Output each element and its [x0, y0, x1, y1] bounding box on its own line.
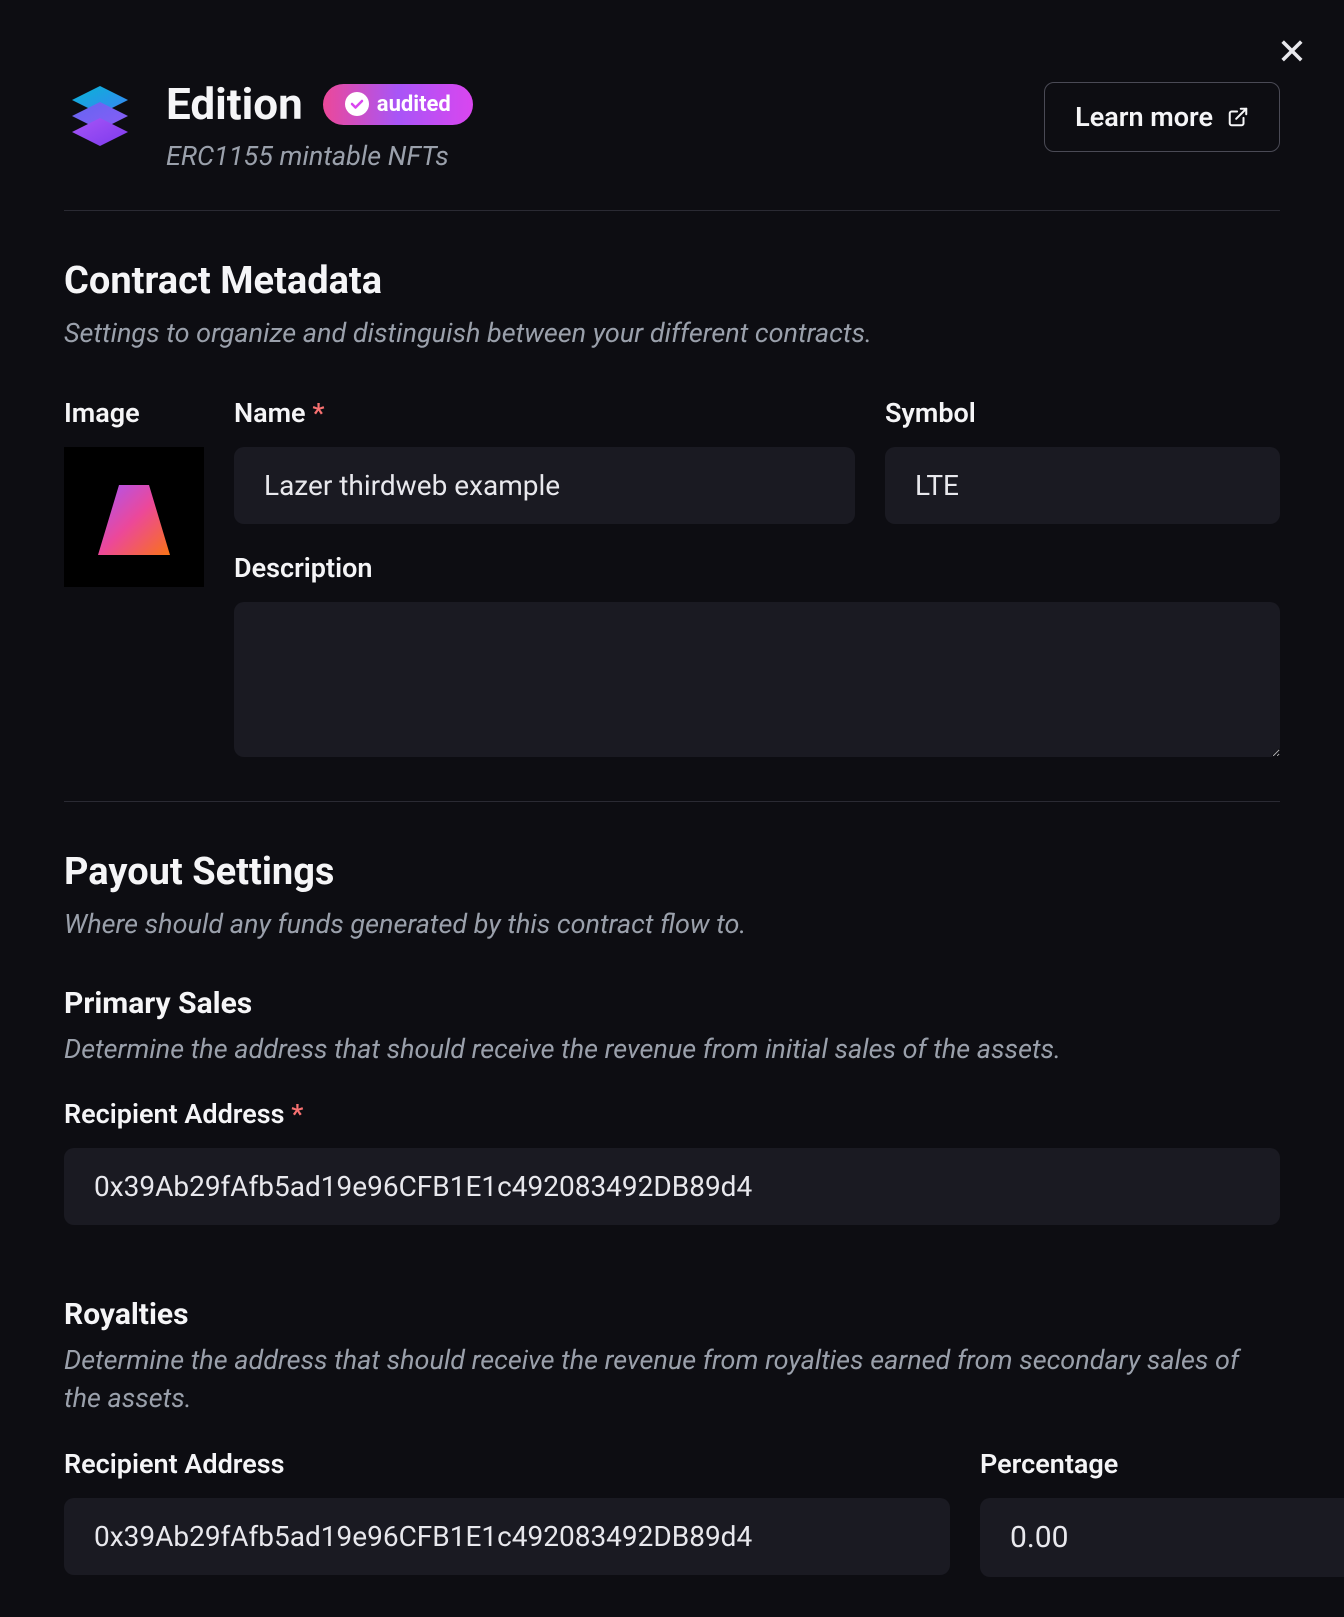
- name-input[interactable]: [234, 447, 855, 524]
- close-button[interactable]: ✕: [1272, 32, 1312, 72]
- header-left: Edition audited ERC1155 mintable NFTs: [64, 78, 473, 172]
- contract-metadata-section: Contract Metadata Settings to organize a…: [64, 211, 1280, 761]
- external-link-icon: [1227, 106, 1249, 128]
- payout-desc: Where should any funds generated by this…: [64, 906, 1280, 944]
- payout-settings-section: Payout Settings Where should any funds g…: [64, 802, 1280, 1577]
- page-subtitle: ERC1155 mintable NFTs: [166, 140, 473, 172]
- royalties-desc: Determine the address that should receiv…: [64, 1342, 1280, 1418]
- symbol-label: Symbol: [885, 397, 1280, 429]
- page-title: Edition: [166, 78, 303, 130]
- edition-logo-icon: [64, 82, 136, 154]
- metadata-desc: Settings to organize and distinguish bet…: [64, 315, 1280, 353]
- nft-image-icon: [84, 467, 184, 567]
- close-icon: ✕: [1277, 34, 1307, 70]
- metadata-title: Contract Metadata: [64, 259, 1280, 303]
- learn-more-label: Learn more: [1075, 101, 1213, 133]
- modal-header: Edition audited ERC1155 mintable NFTs Le…: [64, 30, 1280, 211]
- primary-sales-desc: Determine the address that should receiv…: [64, 1031, 1280, 1069]
- audited-label: audited: [377, 92, 451, 117]
- percentage-input[interactable]: [980, 1498, 1344, 1577]
- check-icon: [345, 92, 369, 116]
- royalties-recipient-input[interactable]: [64, 1498, 950, 1575]
- image-label: Image: [64, 397, 204, 429]
- primary-recipient-input[interactable]: [64, 1148, 1280, 1225]
- percentage-label: Percentage: [980, 1448, 1280, 1480]
- name-label: Name *: [234, 397, 855, 429]
- image-upload[interactable]: [64, 447, 204, 587]
- learn-more-button[interactable]: Learn more: [1044, 82, 1280, 152]
- audited-badge: audited: [323, 84, 473, 125]
- description-label: Description: [234, 552, 1280, 584]
- description-input[interactable]: [234, 602, 1280, 757]
- royalties-recipient-label: Recipient Address: [64, 1448, 950, 1480]
- payout-title: Payout Settings: [64, 850, 1280, 894]
- primary-recipient-label: Recipient Address *: [64, 1098, 1280, 1130]
- primary-sales-section: Primary Sales Determine the address that…: [64, 986, 1280, 1226]
- primary-sales-title: Primary Sales: [64, 986, 1280, 1021]
- symbol-input[interactable]: [885, 447, 1280, 524]
- royalties-title: Royalties: [64, 1297, 1280, 1332]
- royalties-section: Royalties Determine the address that sho…: [64, 1297, 1280, 1577]
